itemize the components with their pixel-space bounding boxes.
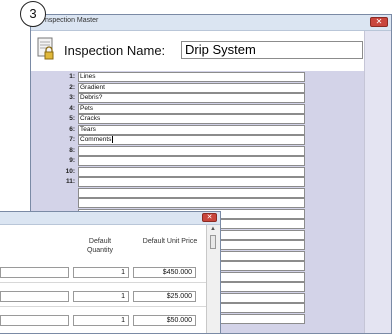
line-input[interactable]: [78, 156, 305, 166]
line-row: 6: Tears: [31, 124, 365, 135]
line-input[interactable]: [78, 198, 305, 208]
document-lock-icon: [37, 37, 54, 60]
line-number: 3:: [69, 94, 75, 101]
line-number: 10:: [65, 167, 75, 175]
item-field[interactable]: [0, 291, 69, 302]
price-field[interactable]: $450.000: [133, 267, 196, 278]
line-value: Comments: [80, 136, 112, 144]
line-number: 4:: [69, 104, 75, 112]
inspection-name-label: Inspection Name:: [64, 43, 166, 58]
line-number: 7:: [69, 136, 75, 143]
step-number-badge: 3: [20, 1, 46, 27]
inspection-name-input[interactable]: Drip System: [181, 41, 363, 59]
price-table: Default Quantity Default Unit Price 1 $4…: [0, 225, 206, 333]
line-number: 5:: [69, 115, 75, 122]
column-header-quantity: Default Quantity: [86, 238, 114, 254]
line-input[interactable]: Gradient: [78, 82, 305, 93]
line-number: 6:: [69, 125, 75, 133]
line-input[interactable]: Debris?: [78, 93, 305, 103]
item-field[interactable]: [0, 315, 69, 326]
line-row: 2: Gradient: [31, 82, 365, 93]
header-panel: Inspection Name: Drip System: [31, 31, 365, 71]
scroll-up-icon[interactable]: ▲: [210, 226, 216, 232]
item-field[interactable]: [0, 267, 69, 278]
line-input[interactable]: Cracks: [78, 114, 305, 124]
line-number: 9:: [69, 157, 75, 164]
line-row: [31, 198, 365, 208]
line-row: 8:: [31, 145, 365, 156]
line-input[interactable]: [78, 177, 305, 187]
line-number: 2:: [69, 83, 75, 91]
line-input[interactable]: Lines: [78, 72, 305, 82]
line-input[interactable]: Pets: [78, 103, 305, 114]
line-row: 11:: [31, 177, 365, 187]
line-number: 11:: [65, 178, 75, 185]
close-icon: ✕: [206, 213, 213, 221]
close-icon: ✕: [375, 17, 383, 26]
line-row: 7: Comments: [31, 135, 365, 145]
text-caret: [112, 136, 114, 143]
quantity-field[interactable]: 1: [73, 291, 129, 302]
line-row: 4: Pets: [31, 103, 365, 114]
title-bar[interactable]: nspection Master ✕: [31, 15, 391, 31]
row-divider: [0, 282, 206, 283]
line-number: 1:: [69, 73, 75, 80]
line-input[interactable]: [78, 166, 305, 177]
line-row: 10:: [31, 166, 365, 177]
line-input-active[interactable]: Comments: [78, 135, 305, 145]
line-row: 1: Lines: [31, 72, 365, 82]
window-title: nspection Master: [45, 17, 99, 24]
line-row: 5: Cracks: [31, 114, 365, 124]
title-bar[interactable]: ✕: [0, 212, 220, 225]
close-button[interactable]: ✕: [370, 17, 388, 27]
line-number: 8:: [69, 146, 75, 154]
price-field[interactable]: $25.000: [133, 291, 196, 302]
column-header-price: Default Unit Price: [142, 238, 198, 245]
close-button[interactable]: ✕: [202, 213, 217, 222]
price-field[interactable]: $50.000: [133, 315, 196, 326]
line-row: [31, 187, 365, 198]
line-input[interactable]: [78, 187, 305, 198]
vertical-scrollbar[interactable]: ▲: [206, 225, 220, 333]
line-row: 3: Debris?: [31, 93, 365, 103]
price-list-window: ✕ Default Quantity Default Unit Price 1 …: [0, 211, 221, 334]
line-input[interactable]: [78, 145, 305, 156]
side-panel: [364, 31, 391, 333]
quantity-field[interactable]: 1: [73, 267, 129, 278]
line-row: 9:: [31, 156, 365, 166]
line-input[interactable]: Tears: [78, 124, 305, 135]
scroll-thumb[interactable]: [210, 235, 216, 249]
quantity-field[interactable]: 1: [73, 315, 129, 326]
row-divider: [0, 306, 206, 307]
